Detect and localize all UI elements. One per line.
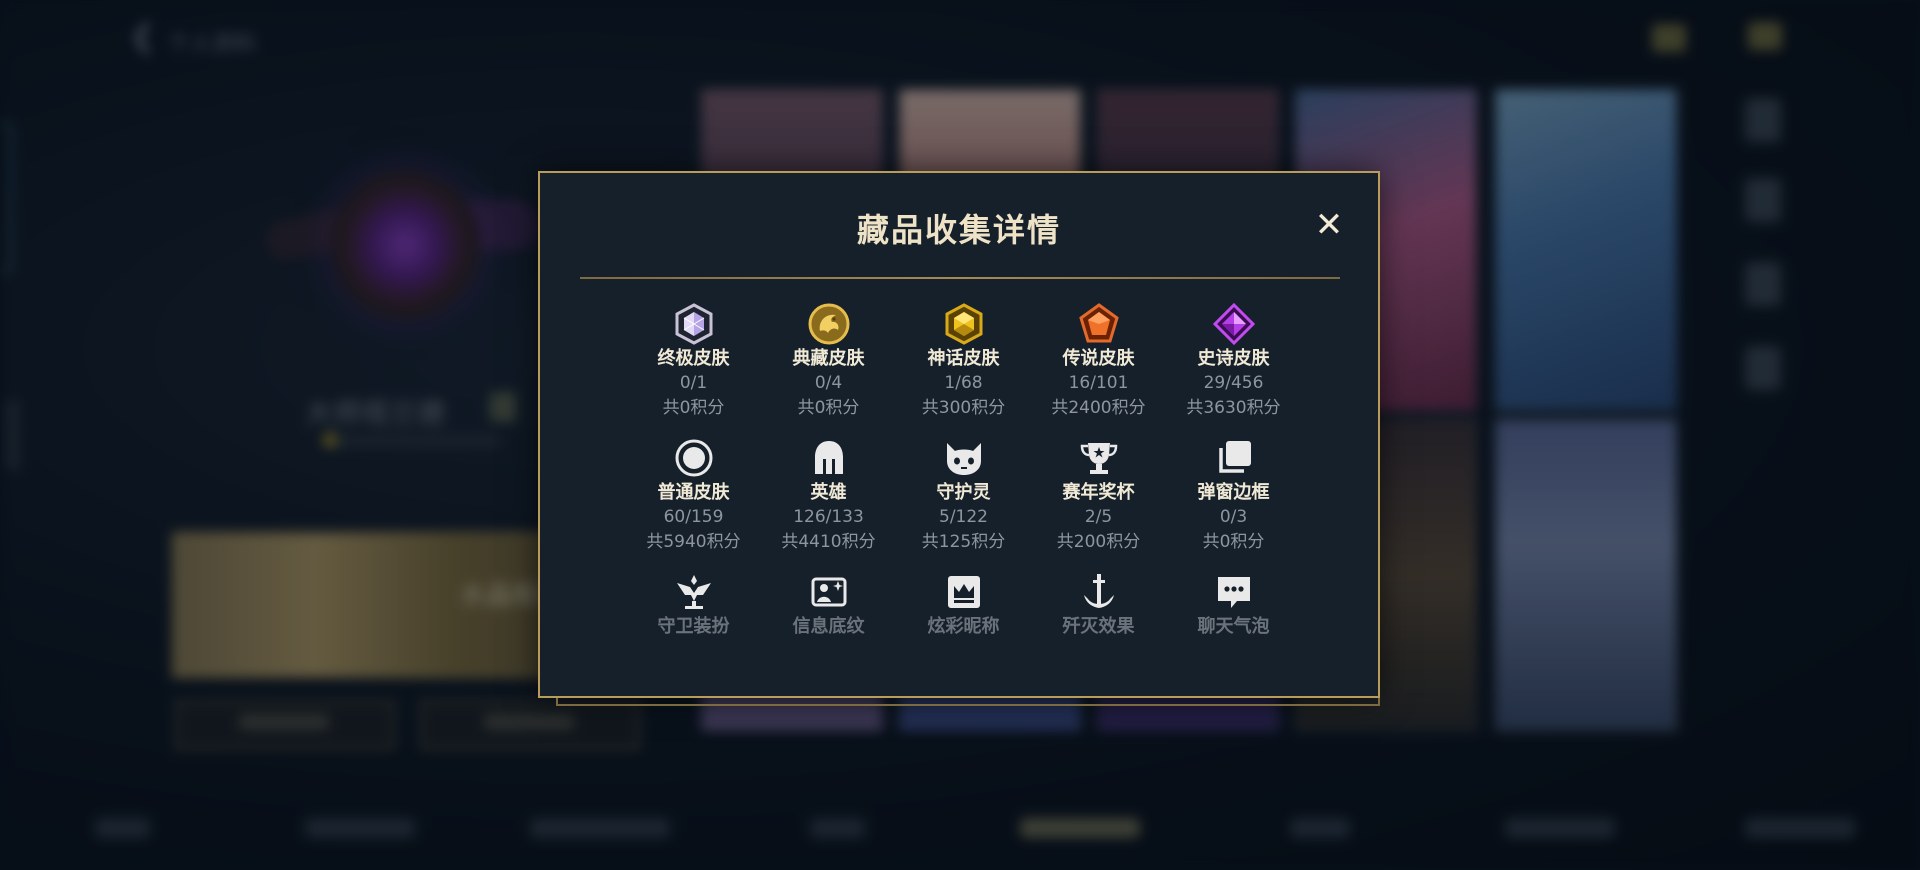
epic-gem-icon xyxy=(1212,303,1255,345)
collection-item-frames[interactable]: 弹窗边框 0/3 共0积分 xyxy=(1166,437,1301,555)
trophy-icon xyxy=(1078,437,1120,479)
item-count: 0/4 xyxy=(814,373,843,393)
collection-item-prestige[interactable]: 典藏皮肤 0/4 共0积分 xyxy=(761,303,896,421)
ward-icon xyxy=(673,571,715,613)
item-name: 赛年奖杯 xyxy=(1062,482,1135,503)
helmet-icon xyxy=(808,437,850,479)
ultimate-gem-icon xyxy=(673,303,715,345)
legendary-gem-icon xyxy=(1078,303,1120,345)
item-name: 炫彩昵称 xyxy=(927,616,1000,637)
item-count: 0/3 xyxy=(1219,507,1248,527)
collection-item-ultimate[interactable]: 终极皮肤 0/1 共0积分 xyxy=(626,303,761,421)
item-points: 共200积分 xyxy=(1056,532,1141,552)
item-name: 传说皮肤 xyxy=(1062,348,1135,369)
collection-item-trophies[interactable]: 赛年奖杯 2/5 共200积分 xyxy=(1031,437,1166,555)
item-count: 126/133 xyxy=(793,507,864,527)
item-count: 29/456 xyxy=(1203,373,1264,393)
crown-card-icon xyxy=(943,571,985,613)
item-name: 英雄 xyxy=(810,482,847,503)
collection-details-modal: 藏品收集详情 ✕ 终极皮肤 0/1 共0积分 典藏皮肤 0/4 共0积分 神话皮… xyxy=(538,171,1380,706)
collection-item-mythic[interactable]: 神话皮肤 1/68 共300积分 xyxy=(896,303,1031,421)
item-count: 1/68 xyxy=(944,373,983,393)
collection-item-ward-skins[interactable]: 守卫装扮 xyxy=(626,571,761,639)
chat-bubble-icon xyxy=(1213,571,1255,613)
item-name: 聊天气泡 xyxy=(1197,616,1270,637)
item-name: 弹窗边框 xyxy=(1197,482,1270,503)
item-count: 16/101 xyxy=(1068,373,1129,393)
item-points: 共125积分 xyxy=(921,532,1006,552)
item-name: 守卫装扮 xyxy=(657,616,730,637)
item-name: 神话皮肤 xyxy=(927,348,1000,369)
frame-stack-icon xyxy=(1213,437,1255,479)
item-count: 0/1 xyxy=(679,373,708,393)
circle-icon xyxy=(673,437,715,479)
item-name: 终极皮肤 xyxy=(657,348,730,369)
item-name: 典藏皮肤 xyxy=(792,348,865,369)
guardian-face-icon xyxy=(943,437,985,479)
item-points: 共4410积分 xyxy=(781,532,876,552)
banner-image-icon xyxy=(808,571,850,613)
collection-item-chat-bubbles[interactable]: 聊天气泡 xyxy=(1166,571,1301,639)
item-points: 共5940积分 xyxy=(646,532,741,552)
prestige-dragon-icon xyxy=(808,303,850,345)
item-points: 共300积分 xyxy=(921,398,1006,418)
collection-grid: 终极皮肤 0/1 共0积分 典藏皮肤 0/4 共0积分 神话皮肤 1/68 共3… xyxy=(540,173,1378,696)
collection-item-companions[interactable]: 守护灵 5/122 共125积分 xyxy=(896,437,1031,555)
item-name: 歼灭效果 xyxy=(1062,616,1135,637)
collection-item-legendary[interactable]: 传说皮肤 16/101 共2400积分 xyxy=(1031,303,1166,421)
collection-item-finishers[interactable]: 歼灭效果 xyxy=(1031,571,1166,639)
anchor-sword-icon xyxy=(1078,571,1120,613)
item-points: 共0积分 xyxy=(662,398,725,418)
item-points: 共2400积分 xyxy=(1051,398,1146,418)
item-count: 2/5 xyxy=(1084,507,1113,527)
item-name: 普通皮肤 xyxy=(657,482,730,503)
item-points: 共0积分 xyxy=(1202,532,1265,552)
collection-item-epic[interactable]: 史诗皮肤 29/456 共3630积分 xyxy=(1166,303,1301,421)
item-name: 信息底纹 xyxy=(792,616,865,637)
collection-item-banners[interactable]: 信息底纹 xyxy=(761,571,896,639)
item-count: 5/122 xyxy=(939,507,988,527)
item-count: 60/159 xyxy=(663,507,724,527)
collection-item-champions[interactable]: 英雄 126/133 共4410积分 xyxy=(761,437,896,555)
item-points: 共0积分 xyxy=(797,398,860,418)
collection-item-nicknames[interactable]: 炫彩昵称 xyxy=(896,571,1031,639)
item-name: 史诗皮肤 xyxy=(1197,348,1270,369)
item-name: 守护灵 xyxy=(936,482,991,503)
collection-item-standard[interactable]: 普通皮肤 60/159 共5940积分 xyxy=(626,437,761,555)
item-points: 共3630积分 xyxy=(1186,398,1281,418)
mythic-gem-icon xyxy=(943,303,985,345)
